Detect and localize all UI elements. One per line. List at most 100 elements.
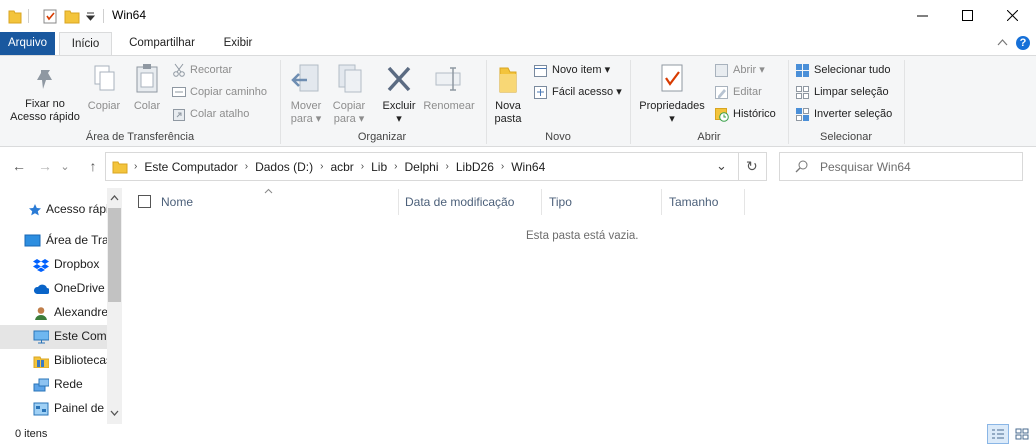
breadcrumb-item[interactable]: Dados (D:) (248, 160, 320, 174)
scroll-down-icon[interactable] (110, 410, 119, 417)
properties-button[interactable]: Propriedades ▾ (636, 62, 708, 126)
search-input[interactable]: Pesquisar Win64 (820, 160, 911, 174)
column-header-modified[interactable]: Data de modificação (405, 189, 539, 215)
collapse-ribbon-icon[interactable] (997, 38, 1008, 46)
tab-view[interactable]: Exibir (214, 32, 262, 55)
rename-button[interactable]: Renomear (420, 62, 478, 113)
column-header-type[interactable]: Tipo (549, 189, 659, 215)
breadcrumb-item[interactable]: Este Computador (137, 160, 244, 174)
large-icons-view-button[interactable] (1011, 424, 1033, 444)
new-item-button[interactable]: Novo item ▾ (533, 60, 610, 80)
breadcrumb-item[interactable]: Lib (364, 160, 394, 174)
column-separator[interactable] (398, 189, 399, 215)
open-button[interactable]: Abrir ▾ (714, 60, 765, 80)
delete-button[interactable]: Excluir ▾ (380, 62, 418, 126)
move-to-button[interactable]: Mover para ▾ (286, 62, 326, 126)
nav-item-dropbox[interactable]: Dropbox (0, 253, 107, 277)
nav-item-user[interactable]: Alexandre (0, 301, 107, 325)
copy-to-label: Copiar para ▾ (332, 100, 366, 125)
nav-item-this-pc[interactable]: Este Computador (0, 325, 107, 349)
user-icon (35, 307, 47, 320)
new-folder-button[interactable]: Nova pasta (490, 62, 526, 126)
scroll-up-icon[interactable] (110, 194, 119, 201)
nav-item-onedrive[interactable]: OneDrive (0, 277, 107, 301)
nav-item-label: Alexandre (54, 305, 107, 319)
tab-share[interactable]: Compartilhar (120, 32, 204, 55)
close-button[interactable] (989, 0, 1035, 30)
window-title: Win64 (112, 8, 147, 22)
nav-item-libraries[interactable]: Bibliotecas (0, 349, 107, 373)
address-bar[interactable]: › Este Computador › Dados (D:) › acbr › … (105, 152, 767, 181)
paste-shortcut-label: Colar atalho (190, 108, 250, 120)
minimize-button[interactable] (899, 0, 945, 30)
paste-shortcut-icon (173, 109, 185, 121)
easy-access-button[interactable]: Fácil acesso ▾ (533, 82, 622, 102)
invert-selection-button[interactable]: Inverter seleção (795, 104, 892, 124)
column-header-size[interactable]: Tamanho (669, 189, 743, 215)
breadcrumb-item[interactable]: Delphi (397, 160, 445, 174)
breadcrumb-item[interactable]: LibD26 (449, 160, 501, 174)
nav-item-desktop[interactable]: Área de Trabalho (0, 229, 107, 253)
tab-file[interactable]: Arquivo (0, 32, 55, 55)
copy-path-label: Copiar caminho (190, 86, 268, 98)
details-view-icon (992, 429, 1004, 439)
properties-icon (661, 64, 683, 92)
new-item-icon (534, 64, 547, 77)
properties-icon[interactable] (42, 8, 58, 24)
scissors-icon (173, 63, 185, 77)
large-icons-view-icon (1015, 428, 1029, 440)
open-icon (715, 63, 728, 77)
search-icon (795, 160, 808, 173)
select-none-button[interactable]: Limpar seleção (795, 82, 889, 102)
desktop-icon (24, 234, 41, 247)
select-all-button[interactable]: Selecionar tudo (795, 60, 890, 80)
select-all-checkbox[interactable] (138, 195, 151, 208)
column-separator[interactable] (744, 189, 745, 215)
new-item-label: Novo item ▾ (552, 64, 611, 76)
paste-shortcut-button[interactable]: Colar atalho (172, 104, 249, 124)
back-button[interactable]: ← (8, 152, 30, 180)
column-separator[interactable] (541, 189, 542, 215)
history-label: Histórico (733, 108, 776, 120)
breadcrumb-item[interactable]: Win64 (504, 160, 552, 174)
easy-access-label: Fácil acesso ▾ (552, 86, 622, 98)
maximize-button[interactable] (944, 0, 990, 30)
properties-label: Propriedades ▾ (639, 100, 705, 125)
computer-icon (33, 330, 49, 344)
nav-item-network[interactable]: Rede (0, 373, 107, 397)
status-item-count: 0 itens (15, 428, 48, 440)
title-bar: Win64 (0, 0, 1036, 32)
paste-icon (136, 64, 158, 93)
invert-selection-label: Inverter seleção (814, 108, 893, 120)
paste-button[interactable]: Colar (130, 62, 164, 113)
pin-quick-access-button[interactable]: Fixar no Acesso rápido (6, 66, 84, 124)
group-separator (630, 60, 631, 144)
details-view-button[interactable] (987, 424, 1009, 444)
nav-item-control-panel[interactable]: Painel de Controle (0, 397, 107, 421)
copy-button[interactable]: Copiar (86, 64, 122, 113)
cut-button[interactable]: Recortar (172, 60, 232, 80)
tab-home[interactable]: Início (59, 32, 112, 56)
customize-toolbar-icon[interactable] (86, 12, 95, 21)
library-icon (33, 356, 49, 368)
breadcrumb-item[interactable]: acbr (323, 160, 360, 174)
rename-label: Renomear (423, 100, 475, 112)
forward-button[interactable]: → (34, 152, 56, 180)
nav-scrollbar-thumb[interactable] (108, 208, 121, 302)
search-box[interactable]: Pesquisar Win64 (779, 152, 1023, 181)
nav-item-quick-access[interactable]: Acesso rápido (0, 198, 107, 222)
recent-locations-button[interactable]: ⌄ (58, 152, 72, 180)
column-header-name[interactable]: Nome (161, 189, 397, 215)
ribbon: Fixar no Acesso rápido Copiar Colar Reco… (0, 55, 1036, 147)
address-dropdown-button[interactable]: ⌄ (716, 158, 727, 174)
copy-path-button[interactable]: Copiar caminho (172, 82, 267, 102)
copy-to-button[interactable]: Copiar para ▾ (328, 62, 370, 126)
help-icon[interactable]: ? (1016, 36, 1030, 50)
up-button[interactable]: ↑ (82, 152, 104, 180)
select-group-label: Selecionar (820, 131, 872, 143)
edit-button[interactable]: Editar (714, 82, 762, 102)
history-button[interactable]: Histórico (714, 104, 776, 124)
column-separator[interactable] (661, 189, 662, 215)
refresh-button[interactable]: ↻ (746, 158, 758, 175)
new-folder-icon[interactable] (64, 8, 80, 24)
